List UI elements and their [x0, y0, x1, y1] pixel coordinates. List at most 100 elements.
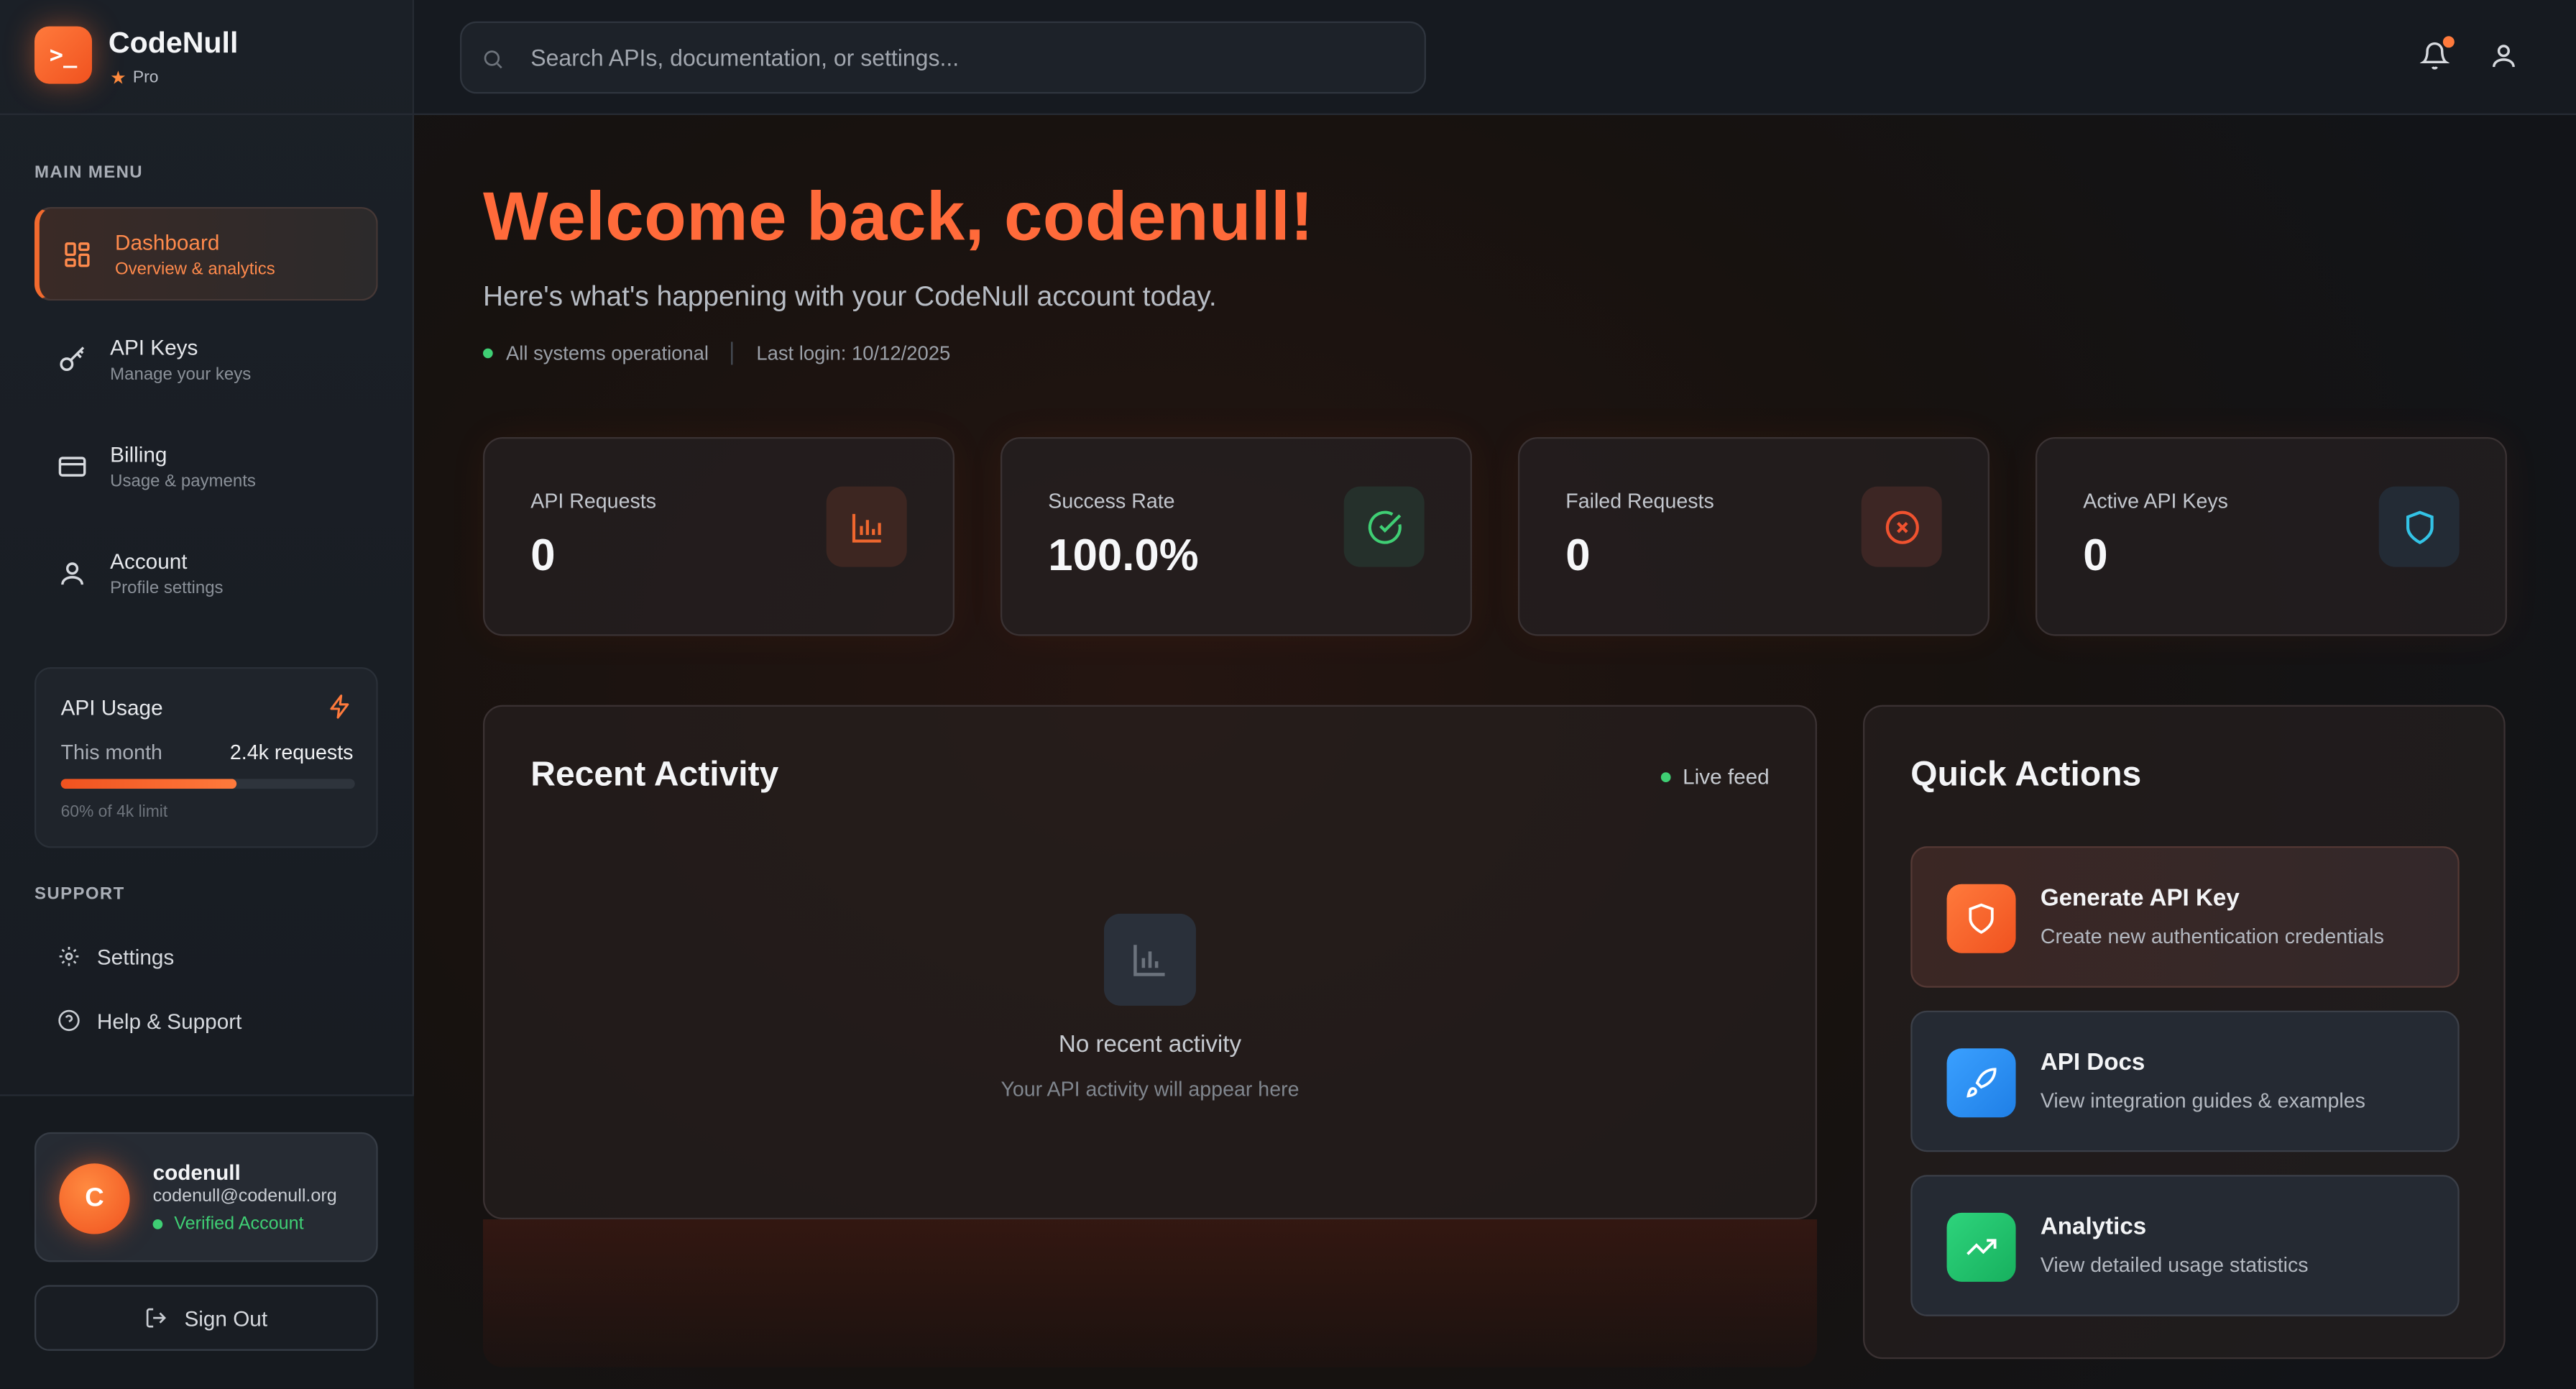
live-label: Live feed	[1683, 764, 1770, 789]
sidebar-item-dashboard[interactable]: Dashboard Overview & analytics	[34, 206, 378, 301]
sidebar-item-title: Billing	[110, 441, 167, 467]
main-menu-label: MAIN MENU	[34, 162, 143, 183]
live-dot	[1661, 771, 1672, 781]
sidebar-item-title: Account	[110, 549, 188, 574]
stat-label: Active API Keys	[2083, 490, 2228, 513]
sidebar-item-title: Dashboard	[114, 229, 220, 255]
empty-state-icon-box	[1103, 913, 1196, 1006]
usage-requests: 2.4k requests	[229, 741, 354, 764]
brand-header: >_ CodeNull ★ Pro	[0, 0, 414, 115]
qa-subtitle: View detailed usage statistics	[2040, 1253, 2309, 1277]
sidebar-item-subtitle: Manage your keys	[110, 365, 252, 385]
stat-card-success-rate: Success Rate 100.0%	[1000, 436, 1472, 636]
gear-icon	[59, 946, 79, 966]
qa-title: API Docs	[2040, 1050, 2145, 1077]
usage-period: This month	[60, 741, 162, 764]
plan-badge: ★ Pro	[110, 68, 159, 88]
key-icon	[60, 347, 85, 371]
usage-limit: 60% of 4k limit	[60, 803, 168, 822]
avatar: C	[59, 1163, 130, 1234]
qa-title: Generate API Key	[2040, 885, 2240, 912]
stat-icon-box	[1861, 486, 1942, 567]
top-bar	[413, 0, 2576, 115]
trending-up-icon	[1966, 1239, 1997, 1255]
credit-card-icon	[58, 457, 86, 477]
panel-title: Quick Actions	[1910, 756, 2142, 794]
sidebar-item-api-keys[interactable]: API Keys Manage your keys	[34, 314, 378, 408]
help-label: Help & Support	[96, 1008, 242, 1033]
search-box[interactable]	[459, 21, 1426, 94]
qa-title: Analytics	[2040, 1214, 2147, 1241]
generate-api-key-button[interactable]: Generate API Key Create new authenticati…	[1910, 846, 2460, 988]
check-circle-icon	[1367, 510, 1401, 544]
bar-chart-icon	[851, 513, 880, 542]
stat-label: Success Rate	[1048, 490, 1175, 513]
search-input[interactable]	[530, 22, 1402, 92]
usage-title: API Usage	[60, 694, 163, 720]
quick-actions-panel: Quick Actions Generate API Key Create ne…	[1862, 705, 2506, 1360]
analytics-button[interactable]: Analytics View detailed usage statistics	[1910, 1175, 2460, 1316]
sidebar-item-title: API Keys	[110, 335, 198, 360]
logout-icon	[147, 1308, 167, 1328]
sidebar-item-subtitle: Overview & analytics	[114, 260, 275, 280]
plan-label: Pro	[132, 68, 159, 88]
qa-icon-box	[1946, 1212, 2016, 1282]
empty-state-subtitle: Your API activity will appear here	[1000, 1078, 1300, 1101]
page-title: Welcome back, codenull!	[482, 177, 1314, 255]
settings-label: Settings	[96, 944, 175, 969]
qa-icon-box	[1946, 1048, 2016, 1118]
status-dot	[482, 348, 493, 359]
rocket-icon	[1966, 1068, 1997, 1098]
usage-progress-fill	[60, 779, 238, 789]
terminal-logo-icon[interactable]: >_	[34, 26, 92, 84]
stat-value: 0	[530, 531, 556, 580]
stat-card-active-keys: Active API Keys 0	[2035, 436, 2507, 636]
search-icon	[484, 50, 502, 69]
verified-badge: Verified Account	[152, 1214, 304, 1234]
app-root: >_ CodeNull ★ Pro MAIN MENU Dashboard Ov…	[0, 0, 2576, 1389]
recent-activity-panel: Recent Activity Live feed No recent acti…	[482, 705, 1817, 1219]
panel-title: Recent Activity	[530, 756, 779, 794]
sidebar-item-billing[interactable]: Billing Usage & payments	[34, 421, 378, 514]
sign-out-label: Sign Out	[184, 1305, 268, 1331]
stat-value: 100.0%	[1048, 531, 1199, 580]
x-circle-icon	[1885, 510, 1918, 544]
status-dot	[152, 1219, 163, 1229]
empty-state-title: No recent activity	[1058, 1032, 1242, 1058]
live-feed-indicator: Live feed	[1661, 764, 1770, 789]
status-row: All systems operational Last login: 10/1…	[482, 341, 951, 365]
stat-icon-box	[1343, 486, 1425, 567]
stat-card-api-requests: API Requests 0	[482, 436, 954, 636]
stat-label: Failed Requests	[1565, 490, 1714, 513]
last-login: Last login: 10/12/2025	[756, 341, 951, 365]
sign-out-button[interactable]: Sign Out	[34, 1285, 378, 1351]
help-circle-icon	[58, 1009, 80, 1032]
user-name: codenull	[152, 1160, 241, 1185]
sidebar-item-subtitle: Profile settings	[110, 578, 224, 598]
api-docs-button[interactable]: API Docs View integration guides & examp…	[1910, 1010, 2460, 1152]
notification-dot	[2442, 36, 2455, 48]
system-status: All systems operational	[505, 341, 709, 365]
brand-name: CodeNull	[108, 26, 239, 60]
usage-progress-bar	[60, 779, 355, 789]
sidebar-footer: C codenull codenull@codenull.org Verifie…	[0, 1094, 414, 1389]
shield-icon	[2405, 510, 2433, 544]
decorative-glow	[482, 1219, 1817, 1367]
stat-icon-box	[826, 486, 907, 567]
shield-icon	[1969, 903, 1994, 934]
sidebar-item-settings[interactable]: Settings	[58, 940, 174, 973]
page-subtitle: Here's what's happening with your CodeNu…	[482, 280, 1217, 313]
user-icon	[61, 562, 83, 585]
qa-subtitle: Create new authentication credentials	[2040, 925, 2384, 948]
sidebar-item-subtitle: Usage & payments	[110, 471, 256, 492]
stat-icon-box	[2378, 486, 2460, 567]
dashboard-stage: >_ CodeNull ★ Pro MAIN MENU Dashboard Ov…	[0, 0, 2576, 1389]
qa-icon-box	[1946, 884, 2016, 953]
user-card[interactable]: C codenull codenull@codenull.org Verifie…	[34, 1132, 378, 1262]
verified-label: Verified Account	[174, 1214, 304, 1234]
sidebar-item-account[interactable]: Account Profile settings	[34, 528, 378, 621]
stat-card-failed-requests: Failed Requests 0	[1517, 436, 1990, 636]
user-icon[interactable]	[2489, 41, 2518, 70]
sidebar: >_ CodeNull ★ Pro MAIN MENU Dashboard Ov…	[0, 0, 414, 1389]
sidebar-item-help[interactable]: Help & Support	[58, 1004, 242, 1037]
